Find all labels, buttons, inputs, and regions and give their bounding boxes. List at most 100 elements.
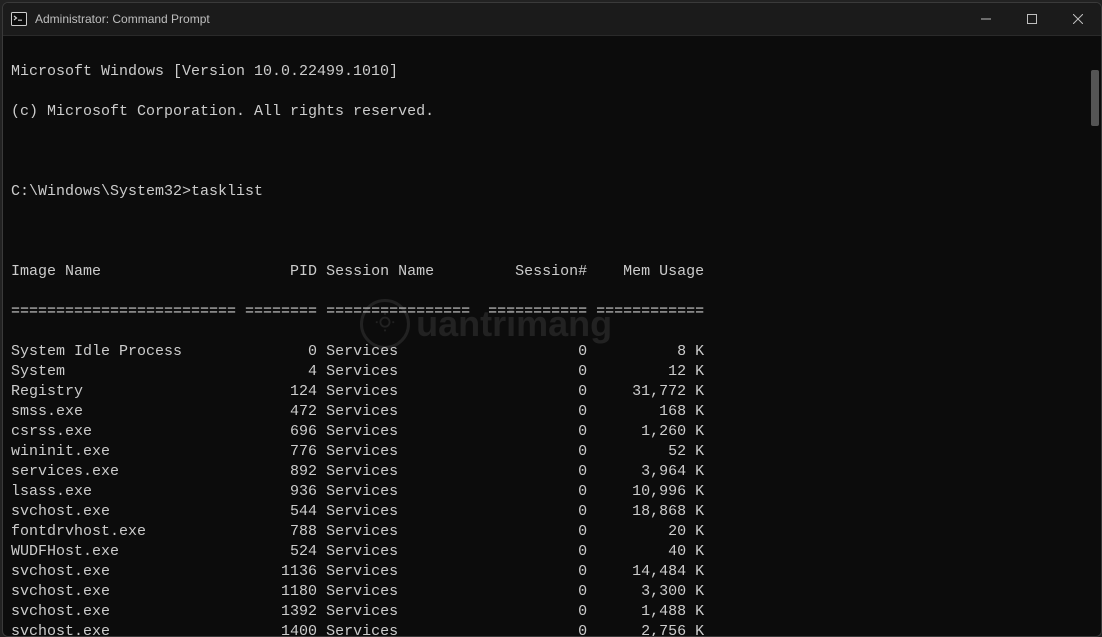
cell-mem: 52 K	[596, 442, 704, 462]
cell-mem: 20 K	[596, 522, 704, 542]
table-row: WUDFHost.exe 524 Services 0 40 K	[11, 542, 1093, 562]
cell-mem: 31,772 K	[596, 382, 704, 402]
cell-mem: 18,868 K	[596, 502, 704, 522]
cell-session-name: Services	[326, 462, 479, 482]
terminal-output: Microsoft Windows [Version 10.0.22499.10…	[3, 36, 1101, 637]
table-row: fontdrvhost.exe 788 Services 0 20 K	[11, 522, 1093, 542]
cell-session-name: Services	[326, 602, 479, 622]
scrollbar-thumb[interactable]	[1091, 70, 1099, 126]
table-row: svchost.exe 544 Services 0 18,868 K	[11, 502, 1093, 522]
table-row: csrss.exe 696 Services 0 1,260 K	[11, 422, 1093, 442]
cell-session-num: 0	[488, 402, 587, 422]
table-row: svchost.exe 1136 Services 0 14,484 K	[11, 562, 1093, 582]
cell-session-name: Services	[326, 482, 479, 502]
cell-session-name: Services	[326, 382, 479, 402]
prompt-line: C:\Windows\System32>tasklist	[11, 182, 1093, 202]
cell-session-num: 0	[488, 542, 587, 562]
blank-line	[11, 222, 1093, 242]
prompt-command: tasklist	[191, 183, 263, 200]
titlebar-left: Administrator: Command Prompt	[3, 11, 210, 27]
titlebar[interactable]: Administrator: Command Prompt	[3, 3, 1101, 36]
col-header-mem: Mem Usage	[596, 262, 704, 282]
cell-pid: 1400	[245, 622, 317, 637]
cell-pid: 4	[245, 362, 317, 382]
cell-session-num: 0	[488, 562, 587, 582]
table-body: System Idle Process 0 Services 0 8 KSyst…	[11, 342, 1093, 637]
cell-session-name: Services	[326, 582, 479, 602]
banner-line: (c) Microsoft Corporation. All rights re…	[11, 102, 1093, 122]
cell-pid: 1392	[245, 602, 317, 622]
cell-mem: 10,996 K	[596, 482, 704, 502]
cell-session-name: Services	[326, 502, 479, 522]
cell-session-num: 0	[488, 482, 587, 502]
cell-image: services.exe	[11, 462, 236, 482]
cell-session-name: Services	[326, 402, 479, 422]
terminal-area[interactable]: Microsoft Windows [Version 10.0.22499.10…	[3, 36, 1101, 637]
cell-mem: 1,260 K	[596, 422, 704, 442]
cell-image: svchost.exe	[11, 562, 236, 582]
col-header-session-num: Session#	[488, 262, 587, 282]
blank-line	[11, 142, 1093, 162]
cell-session-num: 0	[488, 582, 587, 602]
cell-image: svchost.exe	[11, 622, 236, 637]
cell-pid: 472	[245, 402, 317, 422]
cell-image: svchost.exe	[11, 502, 236, 522]
col-header-image: Image Name	[11, 262, 236, 282]
cell-session-name: Services	[326, 442, 479, 462]
table-header: Image Name PID Session Name Session# Mem…	[11, 262, 1093, 282]
minimize-button[interactable]	[963, 3, 1009, 35]
cell-session-num: 0	[488, 502, 587, 522]
cell-image: System	[11, 362, 236, 382]
maximize-button[interactable]	[1009, 3, 1055, 35]
cell-session-name: Services	[326, 422, 479, 442]
cell-pid: 1136	[245, 562, 317, 582]
cell-image: wininit.exe	[11, 442, 236, 462]
window-controls	[963, 3, 1101, 35]
cell-pid: 788	[245, 522, 317, 542]
cell-session-name: Services	[326, 622, 479, 637]
cell-session-num: 0	[488, 342, 587, 362]
cell-image: lsass.exe	[11, 482, 236, 502]
cell-mem: 8 K	[596, 342, 704, 362]
table-row: svchost.exe 1180 Services 0 3,300 K	[11, 582, 1093, 602]
cell-image: smss.exe	[11, 402, 236, 422]
cell-pid: 696	[245, 422, 317, 442]
cell-image: Registry	[11, 382, 236, 402]
cell-mem: 2,756 K	[596, 622, 704, 637]
cell-session-name: Services	[326, 562, 479, 582]
cell-pid: 0	[245, 342, 317, 362]
cell-image: fontdrvhost.exe	[11, 522, 236, 542]
cell-mem: 1,488 K	[596, 602, 704, 622]
cell-mem: 3,964 K	[596, 462, 704, 482]
scrollbar[interactable]	[1089, 42, 1099, 631]
window-title: Administrator: Command Prompt	[35, 12, 210, 26]
cell-pid: 892	[245, 462, 317, 482]
cell-pid: 936	[245, 482, 317, 502]
table-row: svchost.exe 1400 Services 0 2,756 K	[11, 622, 1093, 637]
cell-session-name: Services	[326, 522, 479, 542]
cell-session-name: Services	[326, 362, 479, 382]
cell-session-num: 0	[488, 602, 587, 622]
cell-image: csrss.exe	[11, 422, 236, 442]
cell-session-num: 0	[488, 462, 587, 482]
cell-image: svchost.exe	[11, 602, 236, 622]
cell-pid: 124	[245, 382, 317, 402]
cell-mem: 168 K	[596, 402, 704, 422]
cell-session-num: 0	[488, 522, 587, 542]
table-row: smss.exe 472 Services 0 168 K	[11, 402, 1093, 422]
cell-mem: 3,300 K	[596, 582, 704, 602]
cell-pid: 1180	[245, 582, 317, 602]
table-row: Registry 124 Services 0 31,772 K	[11, 382, 1093, 402]
table-separator: ========================= ======== =====…	[11, 302, 1093, 322]
cell-session-name: Services	[326, 342, 479, 362]
cell-session-num: 0	[488, 442, 587, 462]
cell-session-num: 0	[488, 622, 587, 637]
command-prompt-window: Administrator: Command Prompt Microsoft …	[2, 2, 1102, 637]
cell-pid: 524	[245, 542, 317, 562]
table-row: System 4 Services 0 12 K	[11, 362, 1093, 382]
close-button[interactable]	[1055, 3, 1101, 35]
cell-mem: 14,484 K	[596, 562, 704, 582]
table-row: services.exe 892 Services 0 3,964 K	[11, 462, 1093, 482]
table-row: wininit.exe 776 Services 0 52 K	[11, 442, 1093, 462]
cell-session-num: 0	[488, 382, 587, 402]
